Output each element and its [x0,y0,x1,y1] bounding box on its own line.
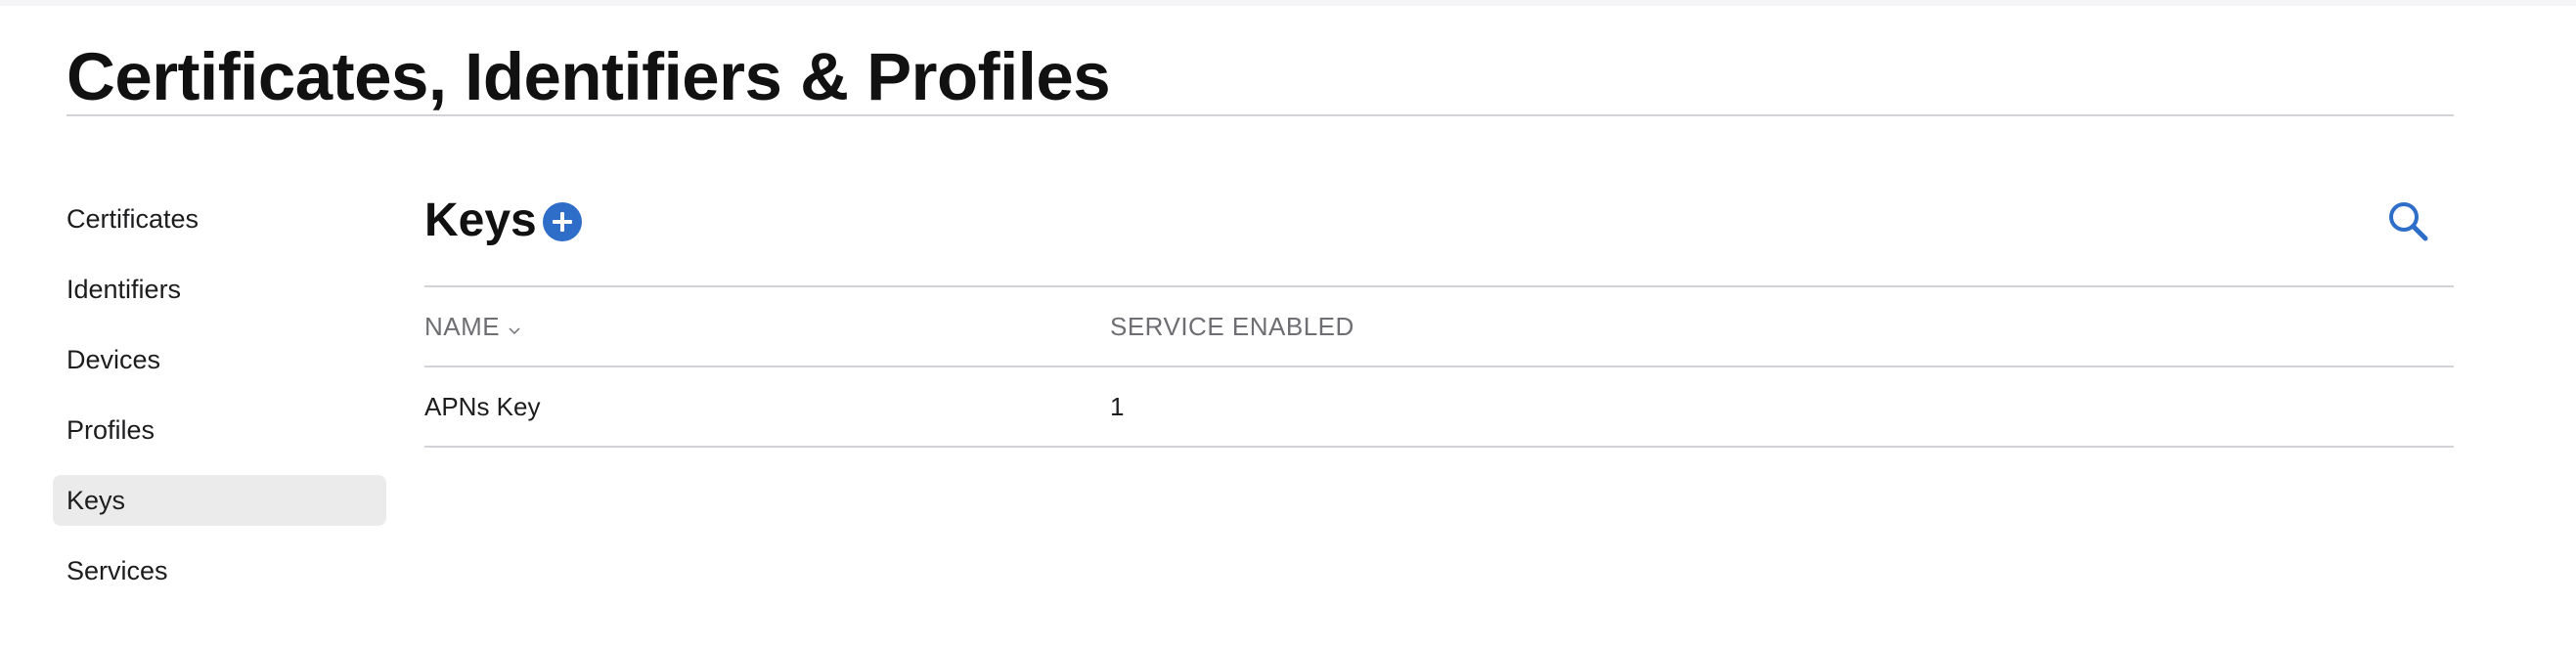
search-button[interactable] [2386,199,2429,242]
sidebar-item-identifiers[interactable]: Identifiers [53,264,386,315]
search-icon [2389,202,2428,241]
column-header-services: SERVICE ENABLED [1110,287,1355,366]
sidebar-item-label: Identifiers [67,275,182,304]
column-header-label: NAME [424,312,501,341]
chevron-down-icon [508,287,521,366]
title-divider [67,114,2454,116]
sidebar-item-label: Certificates [67,204,200,234]
sidebar-item-label: Keys [67,486,126,515]
sidebar-item-profiles[interactable]: Profiles [53,405,386,455]
key-name-cell[interactable]: APNs Key [424,367,541,446]
sidebar-item-label: Profiles [67,415,155,445]
table-header-row: NAME SERVICE ENABLED [424,287,2454,366]
top-strip [0,0,2576,6]
section-title: Keys [424,194,537,246]
keys-table: NAME SERVICE ENABLED APNs Key 1 [424,285,2454,448]
sidebar-item-devices[interactable]: Devices [53,334,386,385]
table-divider [424,446,2454,448]
column-header-name[interactable]: NAME [424,287,521,367]
sidebar-item-services[interactable]: Services [53,545,386,596]
add-key-button[interactable] [543,202,582,241]
table-row[interactable]: APNs Key 1 [424,367,2454,446]
services-enabled-cell: 1 [1110,392,1125,421]
sidebar-item-certificates[interactable]: Certificates [53,194,386,244]
sidebar-item-label: Devices [67,345,161,374]
column-header-label: SERVICE ENABLED [1110,312,1355,341]
page-title: Certificates, Identifiers & Profiles [67,39,1111,114]
sidebar-item-label: Services [67,556,168,585]
sidebar-item-keys[interactable]: Keys [53,475,386,526]
plus-circle-icon [553,212,572,232]
sidebar: Certificates Identifiers Devices Profile… [53,194,386,616]
